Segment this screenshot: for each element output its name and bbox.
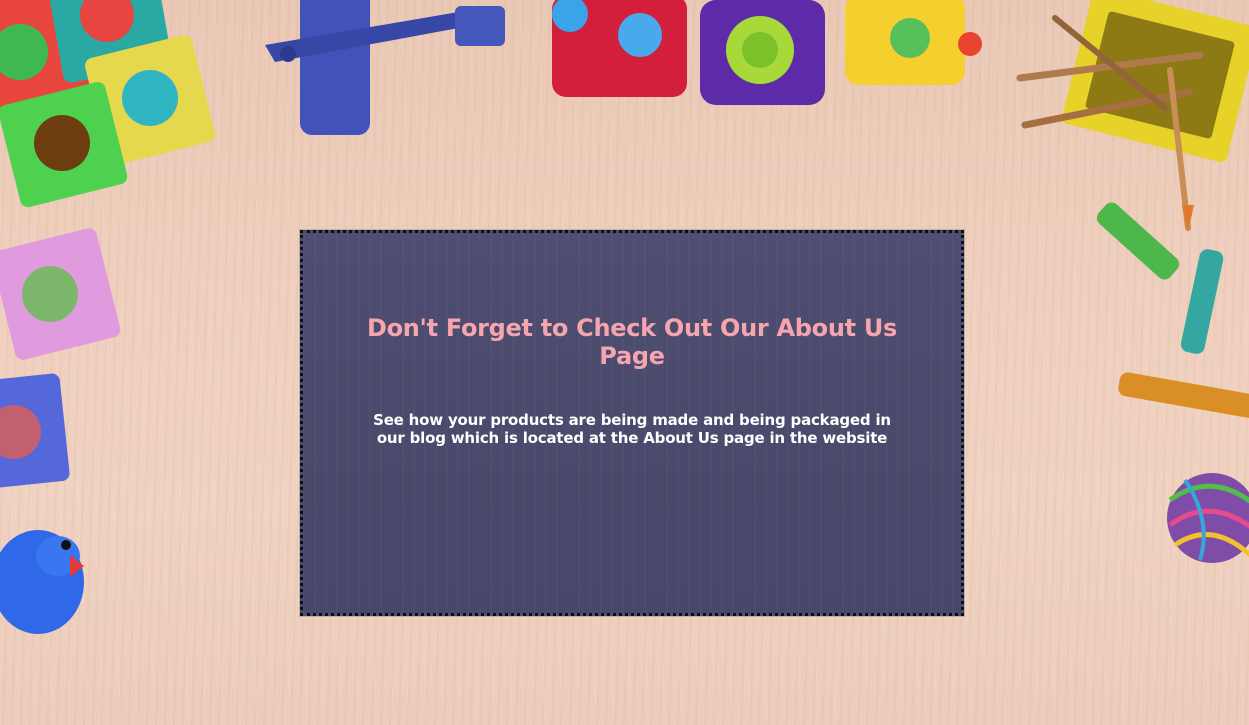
rubber-duck-icon [0, 530, 84, 634]
promo-title: Don't Forget to Check Out Our About Us P… [366, 314, 898, 370]
about-us-promo-card: Don't Forget to Check Out Our About Us P… [300, 230, 964, 616]
pencil-holder-icon [1016, 0, 1249, 232]
crayon-icon [1096, 202, 1180, 280]
foam-puzzle-icon [0, 0, 215, 208]
yarn-ball-icon [1167, 473, 1249, 563]
crayon-icon [1118, 372, 1249, 420]
promo-description: See how your products are being made and… [373, 411, 891, 447]
toy-airplane-icon [265, 0, 505, 135]
crayon-icon [1180, 249, 1224, 354]
toy-train-icon [552, 0, 982, 105]
foam-puzzle-icon [0, 373, 70, 491]
foam-puzzle-icon [0, 228, 121, 360]
